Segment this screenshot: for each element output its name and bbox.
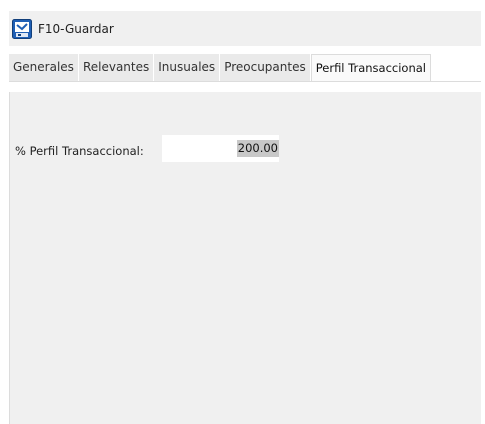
tab-preocupantes[interactable]: Preocupantes (220, 54, 310, 81)
tab-bar: Generales Relevantes Inusuales Preocupan… (9, 54, 481, 82)
tab-panel-perfil-transaccional: % Perfil Transaccional: 200.00 (9, 92, 481, 424)
tab-generales[interactable]: Generales (9, 54, 78, 81)
perfil-transaccional-input[interactable]: 200.00 (162, 135, 279, 162)
save-disk-icon (12, 19, 32, 39)
save-button[interactable]: F10-Guardar (12, 17, 114, 41)
tab-label: Generales (13, 60, 74, 74)
tab-inusuales[interactable]: Inusuales (154, 54, 220, 81)
toolbar: F10-Guardar (9, 11, 481, 46)
tab-relevantes[interactable]: Relevantes (78, 54, 154, 81)
perfil-transaccional-label: % Perfil Transaccional: (15, 144, 144, 158)
tab-perfil-transaccional[interactable]: Perfil Transaccional (310, 54, 432, 81)
tab-label: Relevantes (82, 60, 150, 74)
tab-label: Inusuales (158, 60, 216, 74)
tab-label: Perfil Transaccional (315, 61, 427, 75)
save-button-label: F10-Guardar (38, 22, 114, 36)
perfil-transaccional-value: 200.00 (236, 140, 279, 157)
tab-label: Preocupantes (224, 60, 306, 74)
page: F10-Guardar Generales Relevantes Inusual… (0, 0, 485, 424)
